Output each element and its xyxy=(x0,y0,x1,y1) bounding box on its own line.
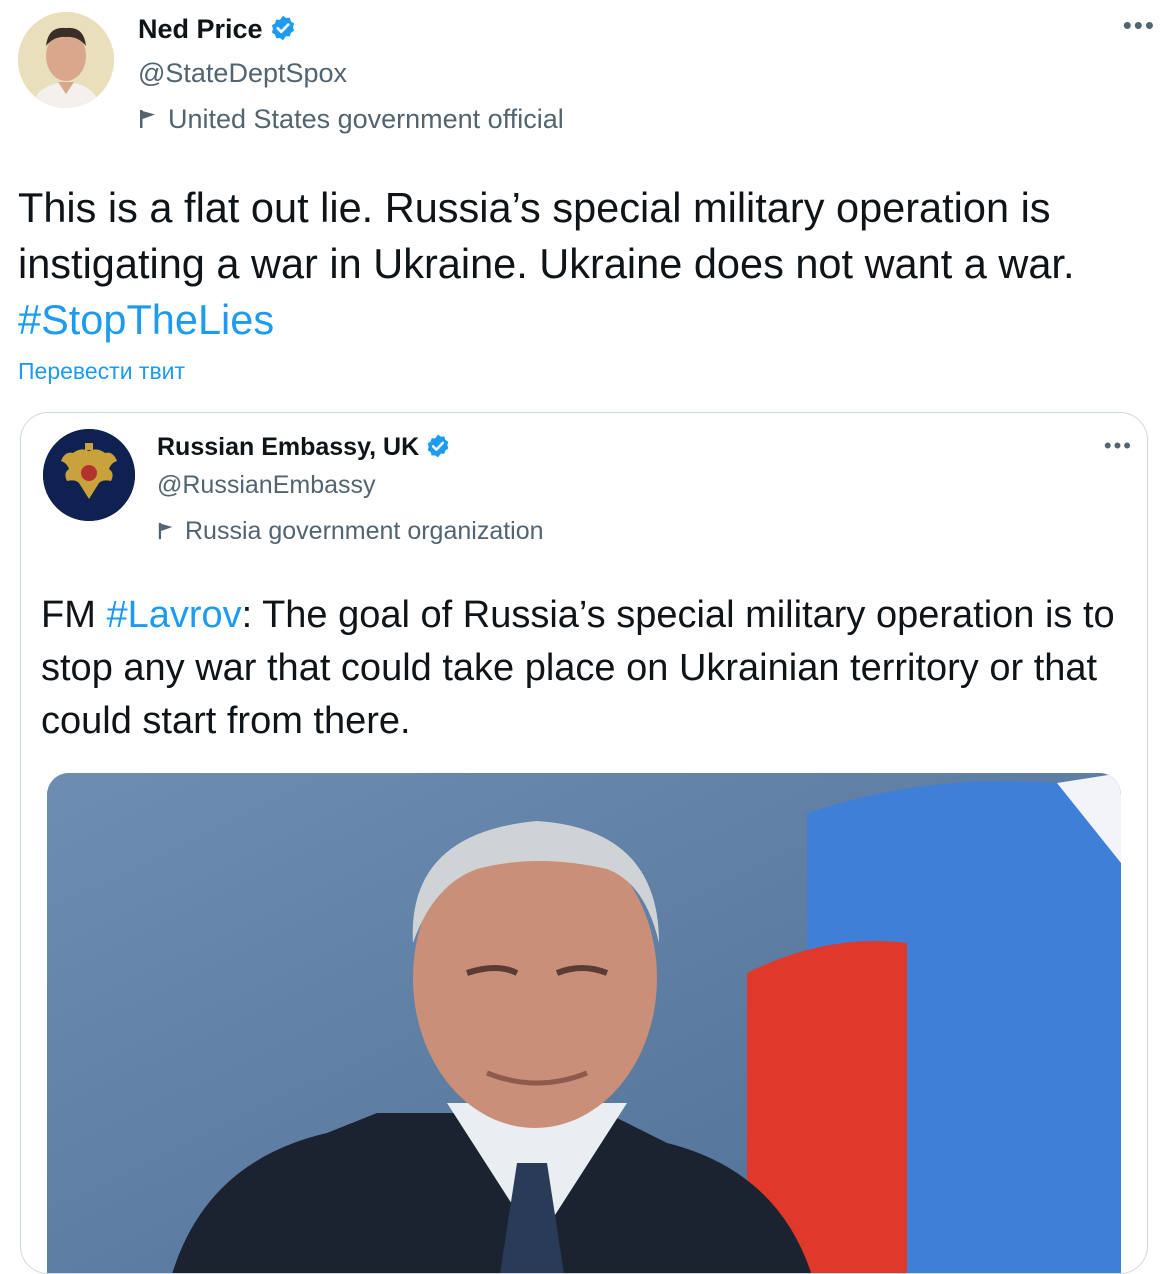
author-avatar-image xyxy=(18,12,114,108)
quoted-text-prefix: FM xyxy=(41,594,107,636)
quoted-more-options-icon[interactable]: ••• xyxy=(1104,435,1133,457)
quoted-author-avatar[interactable] xyxy=(43,429,135,521)
government-flag-icon xyxy=(157,519,175,548)
government-flag-icon xyxy=(138,106,158,137)
quoted-tweet-card[interactable]: Russian Embassy, UK @RussianEmbassy Russ… xyxy=(20,412,1148,1274)
verified-badge-icon xyxy=(425,433,451,466)
quoted-tweet-text: FM #Lavrov: The goal of Russia’s special… xyxy=(41,589,1121,748)
quoted-tweet-photo[interactable] xyxy=(47,773,1121,1273)
tweet-text-body: This is a flat out lie. Russia’s special… xyxy=(18,184,1075,287)
embassy-emblem-icon xyxy=(43,429,135,521)
translate-tweet-link[interactable]: Перевести твит xyxy=(18,358,185,385)
quoted-author-name-row[interactable]: Russian Embassy, UK xyxy=(157,433,451,466)
portrait-photo-image xyxy=(47,773,1121,1273)
author-name-row[interactable]: Ned Price xyxy=(138,14,297,49)
quoted-account-label[interactable]: Russia government organization xyxy=(157,517,544,548)
account-label[interactable]: United States government official xyxy=(138,104,564,137)
quoted-author-name[interactable]: Russian Embassy, UK xyxy=(157,433,419,461)
author-avatar[interactable] xyxy=(18,12,114,108)
quoted-author-handle[interactable]: @RussianEmbassy xyxy=(157,471,376,500)
account-label-text: United States government official xyxy=(168,104,564,134)
quoted-account-label-text: Russia government organization xyxy=(185,517,544,545)
verified-badge-icon xyxy=(269,14,297,49)
author-name[interactable]: Ned Price xyxy=(138,14,263,44)
author-handle[interactable]: @StateDeptSpox xyxy=(138,58,347,89)
tweet-text: This is a flat out lie. Russia’s special… xyxy=(18,180,1158,348)
hashtag-link[interactable]: #StopTheLies xyxy=(18,296,274,343)
quoted-hashtag-link[interactable]: #Lavrov xyxy=(106,594,241,636)
more-options-icon[interactable]: ••• xyxy=(1123,12,1156,38)
